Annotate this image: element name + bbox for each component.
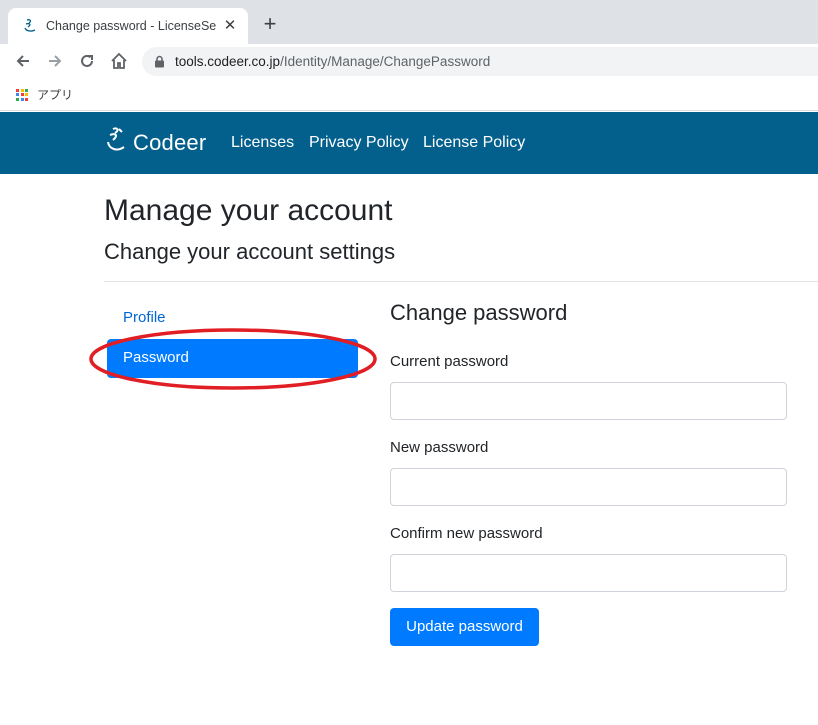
home-icon[interactable] bbox=[108, 50, 130, 72]
page-subtitle: Change your account settings bbox=[104, 239, 396, 264]
form-title: Change password bbox=[390, 300, 568, 325]
plus-icon[interactable]: + bbox=[260, 13, 280, 35]
page-title: Manage your account bbox=[104, 194, 393, 227]
browser-toolbar: tools.codeer.co.jp/Identity/Manage/Chang… bbox=[0, 44, 818, 78]
browser-tab-strip: Change password - LicenseServer ✕ + bbox=[0, 0, 818, 44]
site-navbar: Codeer Licenses Privacy Policy License P… bbox=[0, 112, 818, 174]
sidebar-item-profile[interactable]: Profile bbox=[123, 309, 166, 326]
back-arrow-icon[interactable] bbox=[12, 50, 34, 72]
browser-tab[interactable]: Change password - LicenseServer ✕ bbox=[8, 8, 248, 44]
divider bbox=[104, 281, 818, 282]
nav-link-license-policy[interactable]: License Policy bbox=[423, 134, 525, 152]
brand-link[interactable]: Codeer bbox=[104, 124, 206, 162]
lock-icon bbox=[154, 55, 166, 69]
address-bar[interactable]: tools.codeer.co.jp/Identity/Manage/Chang… bbox=[142, 47, 818, 76]
new-password-input[interactable] bbox=[390, 468, 787, 506]
close-icon[interactable]: ✕ bbox=[222, 18, 238, 34]
codeer-favicon-icon bbox=[22, 18, 38, 34]
current-password-input[interactable] bbox=[390, 382, 787, 420]
nav-link-privacy-policy[interactable]: Privacy Policy bbox=[309, 134, 409, 152]
reload-icon[interactable] bbox=[76, 50, 98, 72]
codeer-logo-icon bbox=[107, 127, 125, 151]
url-text: tools.codeer.co.jp/Identity/Manage/Chang… bbox=[175, 54, 490, 69]
confirm-password-label: Confirm new password bbox=[390, 525, 543, 542]
new-password-label: New password bbox=[390, 439, 489, 456]
tab-title: Change password - LicenseServer bbox=[46, 19, 216, 33]
url-host: tools.codeer.co.jp bbox=[175, 54, 281, 69]
apps-label: アプリ bbox=[37, 88, 74, 102]
nav-link-licenses[interactable]: Licenses bbox=[231, 134, 294, 152]
update-password-button[interactable]: Update password bbox=[390, 608, 539, 646]
bookmark-apps[interactable]: アプリ bbox=[16, 86, 73, 103]
brand-name: Codeer bbox=[133, 130, 207, 155]
bookmarks-bar: アプリ bbox=[0, 78, 818, 111]
apps-grid-icon bbox=[16, 88, 28, 101]
forward-arrow-icon[interactable] bbox=[44, 50, 66, 72]
confirm-password-input[interactable] bbox=[390, 554, 787, 592]
url-path: /Identity/Manage/ChangePassword bbox=[280, 54, 491, 69]
current-password-label: Current password bbox=[390, 353, 509, 370]
sidebar-item-password[interactable]: Password bbox=[107, 339, 358, 378]
